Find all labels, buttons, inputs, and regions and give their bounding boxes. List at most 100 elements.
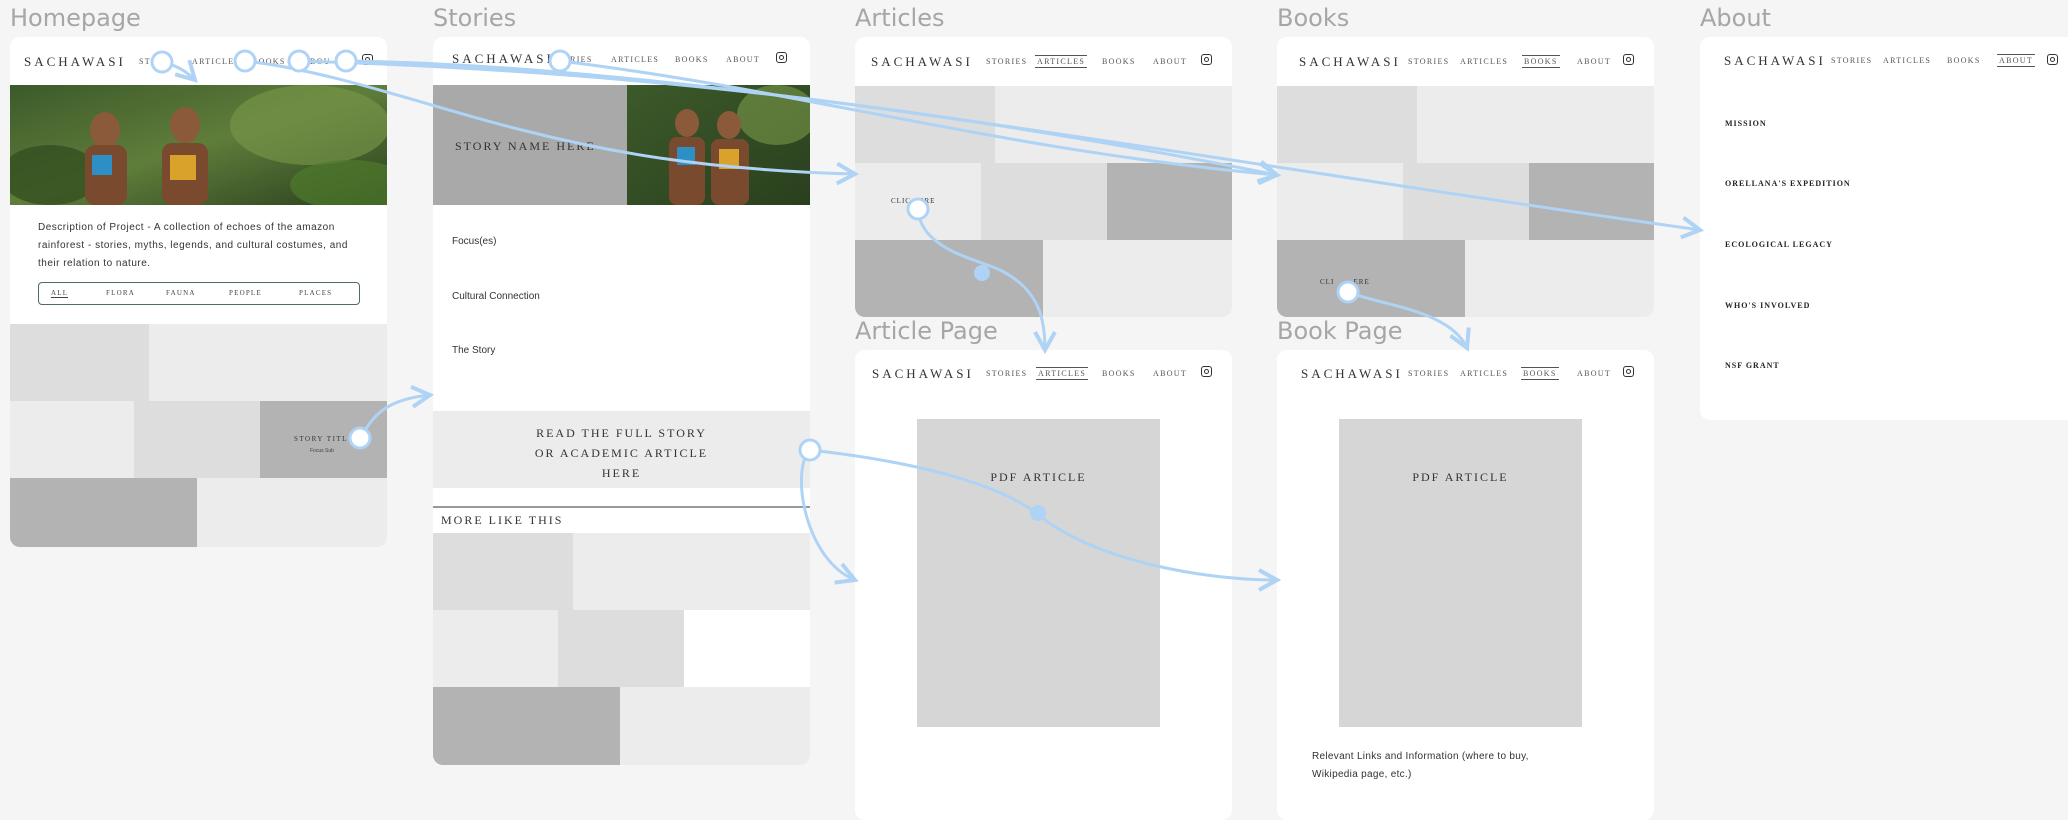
story-card[interactable] xyxy=(558,610,684,687)
filter-all[interactable]: ALL xyxy=(51,289,69,298)
articles-frame: SACHAWASI STORIES ARTICLES BOOKS ABOUT C… xyxy=(855,37,1232,317)
article-card[interactable] xyxy=(1043,240,1232,317)
story-card[interactable] xyxy=(10,478,197,547)
nav-books[interactable]: BOOKS xyxy=(1522,55,1560,68)
nav-articles[interactable]: ARTICLES xyxy=(192,57,240,66)
homepage-nav: SACHAWASI ST ARTICLES BOOKS BOU xyxy=(10,37,387,85)
article-card[interactable] xyxy=(995,86,1232,163)
stories-nav: SACHAWASI ORIES ARTICLES BOOKS ABOUT xyxy=(433,37,810,85)
nav-books[interactable]: BOOKS xyxy=(252,57,286,66)
pdf-viewer[interactable]: PDF ARTICLE xyxy=(917,419,1160,727)
book-card[interactable] xyxy=(1465,240,1654,317)
instagram-icon[interactable] xyxy=(1623,366,1634,377)
story-card[interactable] xyxy=(620,687,810,765)
nav-stories[interactable]: ORIES xyxy=(563,55,593,64)
nav-articles[interactable]: ARTICLES xyxy=(611,55,659,64)
pdf-label: PDF ARTICLE xyxy=(1412,470,1509,484)
filter-people[interactable]: PEOPLE xyxy=(229,289,262,297)
logo[interactable]: SACHAWASI xyxy=(871,54,973,70)
nav-articles[interactable]: ARTICLES xyxy=(1035,55,1088,68)
story-card[interactable] xyxy=(197,478,387,547)
about-frame: SACHAWASI STORIES ARTICLES BOOKS ABOUT M… xyxy=(1700,37,2068,420)
nav-articles[interactable]: ARTICLES xyxy=(1460,57,1508,66)
nav-books[interactable]: BOOKS xyxy=(1102,57,1136,66)
story-card[interactable] xyxy=(433,533,573,610)
frame-label-homepage: Homepage xyxy=(10,4,141,32)
logo[interactable]: SACHAWASI xyxy=(24,54,126,70)
instagram-icon[interactable] xyxy=(1201,54,1212,65)
book-card[interactable] xyxy=(1277,163,1403,240)
nav-articles[interactable]: ARTICLES xyxy=(1036,367,1089,380)
about-ecological[interactable]: ECOLOGICAL LEGACY xyxy=(1725,240,1833,249)
logo[interactable]: SACHAWASI xyxy=(1724,53,1826,69)
divider xyxy=(433,506,810,508)
nav-about[interactable]: ABOUT xyxy=(1577,369,1611,378)
article-card-click[interactable]: CLIC ERE xyxy=(855,163,981,240)
nav-books[interactable]: BOOKS xyxy=(675,55,709,64)
the-story-label: The Story xyxy=(452,345,496,356)
about-involved[interactable]: WHO'S INVOLVED xyxy=(1725,301,1810,310)
pdf-viewer[interactable]: PDF ARTICLE xyxy=(1339,419,1582,727)
book-card[interactable] xyxy=(1529,163,1654,240)
logo[interactable]: SACHAWASI xyxy=(1299,54,1401,70)
nav-books[interactable]: BOOKS xyxy=(1947,56,1981,65)
read-full-story-button[interactable]: READ THE FULL STORY OR ACADEMIC ARTICLE … xyxy=(433,411,810,488)
filter-fauna[interactable]: FAUNA xyxy=(166,289,196,297)
nav-about[interactable]: ABOUT xyxy=(1577,57,1611,66)
story-card[interactable] xyxy=(433,687,620,765)
book-card[interactable] xyxy=(1277,86,1417,163)
filter-places[interactable]: PLACES xyxy=(299,289,332,297)
book-card[interactable] xyxy=(1403,163,1529,240)
story-card[interactable] xyxy=(149,324,387,401)
nav-stories[interactable]: STORIES xyxy=(1408,57,1449,66)
frame-label-stories: Stories xyxy=(433,4,517,32)
nav-articles[interactable]: ARTICLES xyxy=(1460,369,1508,378)
story-card[interactable] xyxy=(573,533,810,610)
hero-photo xyxy=(10,85,387,205)
nav-about[interactable]: ABOUT xyxy=(1153,57,1187,66)
homepage-frame: SACHAWASI ST ARTICLES BOOKS BOU Descript… xyxy=(10,37,387,547)
instagram-icon[interactable] xyxy=(776,52,787,63)
logo[interactable]: SACHAWASI xyxy=(452,51,554,67)
pdf-label: PDF ARTICLE xyxy=(990,470,1087,484)
nav-about[interactable]: ABOUT xyxy=(1153,369,1187,378)
read-line-3: HERE xyxy=(601,466,642,480)
story-card[interactable] xyxy=(134,401,260,478)
frame-label-article-page: Article Page xyxy=(855,317,998,345)
logo[interactable]: SACHAWASI xyxy=(872,366,974,382)
nav-about[interactable]: ABOUT xyxy=(1997,54,2036,67)
story-card[interactable] xyxy=(10,401,134,478)
story-card[interactable] xyxy=(10,324,149,401)
relevant-links-line-1: Relevant Links and Information (where to… xyxy=(1312,751,1529,762)
article-card[interactable] xyxy=(981,163,1107,240)
instagram-icon[interactable] xyxy=(1623,54,1634,65)
stories-frame: SACHAWASI ORIES ARTICLES BOOKS ABOUT STO… xyxy=(433,37,810,765)
nav-stories[interactable]: ST xyxy=(139,57,151,66)
nav-stories[interactable]: STORIES xyxy=(986,369,1027,378)
article-card[interactable] xyxy=(855,86,995,163)
book-card-click[interactable]: CLI ERE xyxy=(1277,240,1465,317)
logo[interactable]: SACHAWASI xyxy=(1301,366,1403,382)
about-orellana[interactable]: ORELLANA'S EXPEDITION xyxy=(1725,179,1851,188)
book-page-nav: SACHAWASI STORIES ARTICLES BOOKS ABOUT xyxy=(1277,350,1654,398)
article-card[interactable] xyxy=(1107,163,1232,240)
nav-stories[interactable]: STORIES xyxy=(1408,369,1449,378)
about-nsf[interactable]: NSF GRANT xyxy=(1725,361,1780,370)
nav-about[interactable]: BOU xyxy=(310,57,331,66)
instagram-icon[interactable] xyxy=(2047,54,2058,65)
story-card-featured[interactable]: STORY TITL Focus Sub xyxy=(260,401,387,478)
about-mission[interactable]: MISSION xyxy=(1725,119,1767,128)
instagram-icon[interactable] xyxy=(1201,366,1212,377)
filter-flora[interactable]: FLORA xyxy=(106,289,135,297)
nav-stories[interactable]: STORIES xyxy=(986,57,1027,66)
book-card[interactable] xyxy=(1417,86,1654,163)
nav-about[interactable]: ABOUT xyxy=(726,55,760,64)
nav-stories[interactable]: STORIES xyxy=(1831,56,1872,65)
nav-books[interactable]: BOOKS xyxy=(1102,369,1136,378)
instagram-icon[interactable] xyxy=(362,54,373,65)
article-card[interactable] xyxy=(855,240,1043,317)
nav-books[interactable]: BOOKS xyxy=(1521,367,1559,380)
story-card[interactable] xyxy=(433,610,558,687)
book-page-frame: SACHAWASI STORIES ARTICLES BOOKS ABOUT P… xyxy=(1277,350,1654,820)
nav-articles[interactable]: ARTICLES xyxy=(1883,56,1931,65)
